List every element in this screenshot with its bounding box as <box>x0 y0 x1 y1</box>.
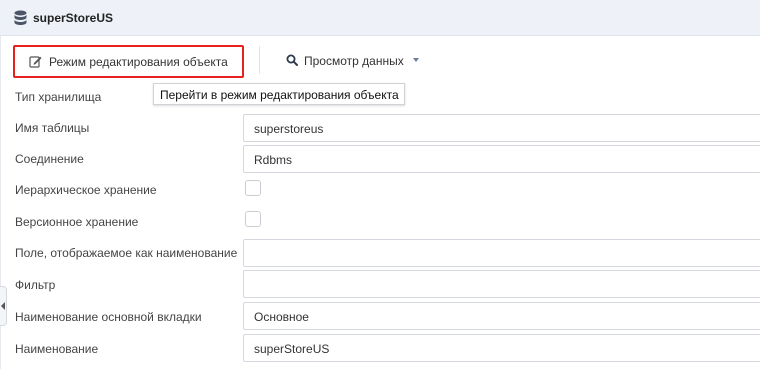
name-field[interactable]: superStoreUS <box>243 334 760 362</box>
filter-input[interactable] <box>243 270 760 298</box>
table-name-field[interactable]: superstoreus <box>243 114 760 142</box>
chevron-down-icon <box>413 58 419 62</box>
filter-label: Фильтр <box>15 278 56 292</box>
database-icon <box>14 10 27 25</box>
main-tab-name-label: Наименование основной вкладки <box>15 310 202 324</box>
pencil-edit-icon <box>29 56 42 68</box>
name-label: Наименование <box>15 342 99 356</box>
search-icon <box>286 54 298 66</box>
versioned-storage-label: Версионное хранение <box>15 215 139 229</box>
storage-type-label: Тип хранилища <box>15 90 102 104</box>
hierarchical-storage-label: Иерархическое хранение <box>15 183 157 197</box>
collapse-panel-handle[interactable] <box>0 286 7 326</box>
view-data-label: Просмотр данных <box>304 54 404 68</box>
display-field-label: Поле, отображаемое как наименование <box>15 246 238 260</box>
edit-mode-tooltip: Перейти в режим редактирования объекта <box>153 83 405 105</box>
connection-field[interactable]: Rdbms <box>243 145 760 173</box>
object-title: superStoreUS <box>33 11 114 25</box>
versioned-storage-checkbox[interactable] <box>245 211 261 227</box>
display-field-input[interactable] <box>243 239 760 267</box>
connection-label: Соединение <box>15 152 84 166</box>
main-tab-name-field[interactable]: Основное <box>243 302 760 330</box>
table-name-label: Имя таблицы <box>15 121 90 135</box>
object-header: superStoreUS <box>0 0 760 36</box>
toolbar-separator <box>259 46 260 74</box>
edit-mode-button[interactable]: Режим редактирования объекта <box>13 45 244 78</box>
hierarchical-storage-checkbox[interactable] <box>245 180 261 196</box>
edit-mode-label: Режим редактирования объекта <box>49 55 228 69</box>
